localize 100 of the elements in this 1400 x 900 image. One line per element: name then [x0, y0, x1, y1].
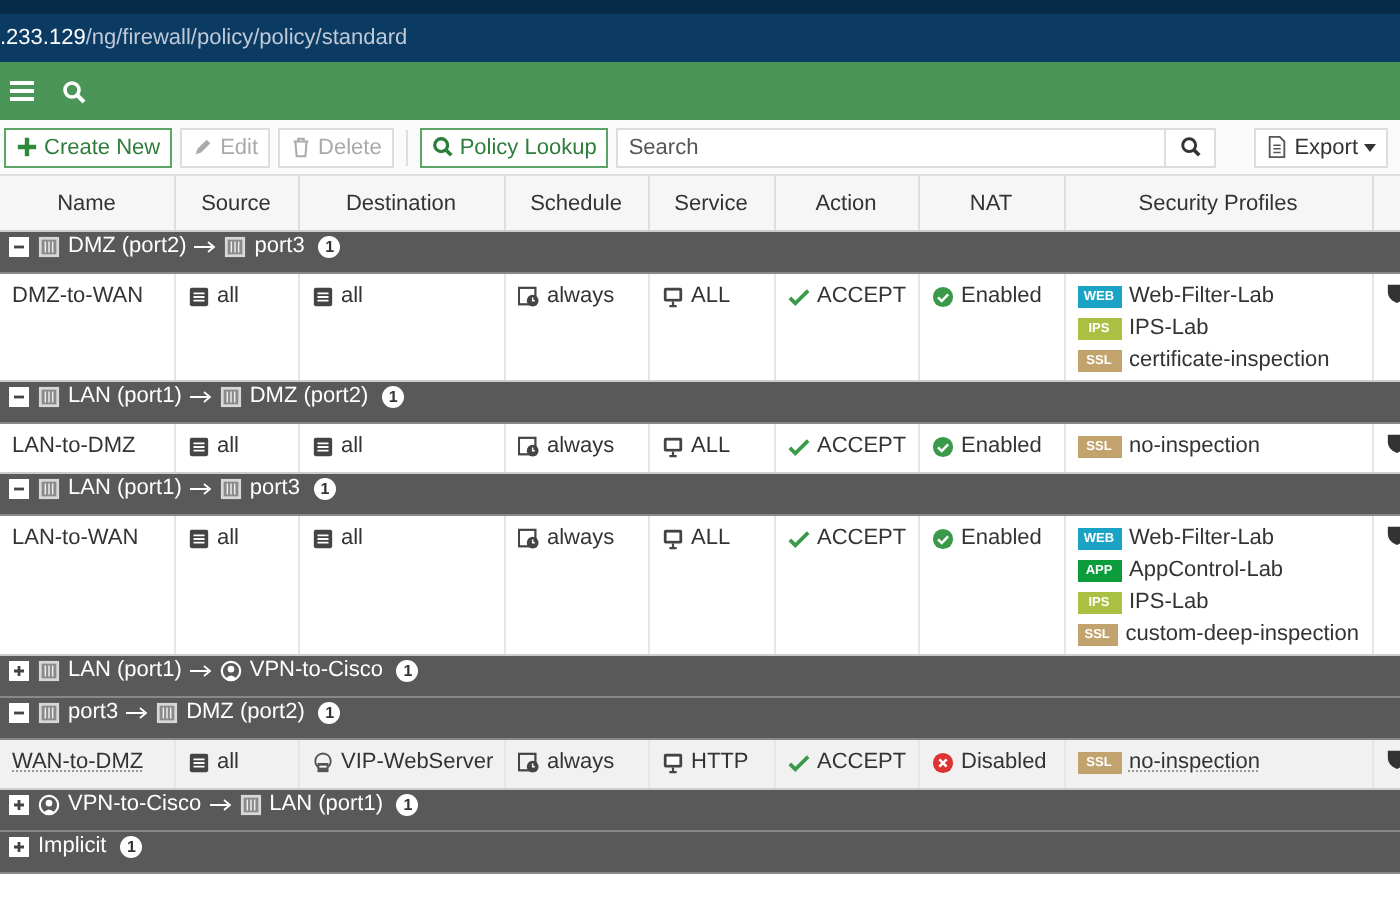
- schedule-value: always: [547, 748, 615, 778]
- lookup-button[interactable]: Policy Lookup: [419, 127, 609, 167]
- user-circle-icon: [219, 660, 242, 682]
- user-circle-icon: [38, 794, 60, 816]
- check-icon: [787, 436, 809, 458]
- caret-icon: [1364, 143, 1376, 151]
- interface-name: LAN (port1): [269, 790, 383, 820]
- expand-icon[interactable]: [8, 836, 30, 858]
- destination-address: VIP-WebServer: [341, 748, 494, 778]
- nat-status: Enabled: [961, 432, 1042, 462]
- interface-name: DMZ (port2): [186, 698, 305, 728]
- column-header[interactable]: NAT: [969, 191, 1013, 215]
- arrow-icon: [189, 664, 212, 678]
- address-icon: [187, 752, 209, 774]
- url-host[interactable]: .233.129: [0, 26, 86, 50]
- document-icon: [1266, 136, 1289, 158]
- calendar-clock-icon: [517, 752, 539, 774]
- address-icon: [311, 286, 333, 308]
- column-header[interactable]: Name: [57, 191, 116, 215]
- policy-name: WAN-to-DMZ: [12, 750, 144, 774]
- nat-status: Disabled: [961, 748, 1047, 778]
- calendar-clock-icon: [517, 528, 539, 550]
- trash-icon: [290, 136, 313, 158]
- column-header[interactable]: Action: [815, 191, 877, 215]
- interface-name: port3: [254, 232, 305, 262]
- interface-icon: [219, 386, 242, 408]
- destination-address: all: [341, 432, 364, 462]
- action-value: ACCEPT: [817, 282, 907, 312]
- menu-icon[interactable]: [10, 80, 34, 102]
- interface-icon: [38, 478, 60, 500]
- search-icon[interactable]: [62, 79, 86, 103]
- calendar-clock-icon: [517, 436, 539, 458]
- count-badge: 1: [120, 836, 143, 858]
- count-badge: 1: [396, 794, 419, 816]
- expand-icon[interactable]: [8, 660, 30, 682]
- profile-name: certificate-inspection: [1129, 345, 1330, 375]
- interface-name: DMZ (port2): [249, 382, 369, 412]
- address-icon: [187, 528, 209, 550]
- search-icon: [431, 136, 454, 158]
- check-icon: [787, 752, 809, 774]
- collapse-icon[interactable]: [8, 386, 30, 408]
- arrow-icon: [126, 706, 149, 720]
- check-icon: [787, 528, 809, 550]
- address-icon: [311, 528, 333, 550]
- search-field[interactable]: Search: [616, 127, 1165, 167]
- count-badge: 1: [318, 236, 341, 258]
- profile-name: IPS-Lab: [1129, 587, 1209, 617]
- source-address: all: [217, 282, 240, 312]
- interface-icon: [38, 660, 60, 682]
- search-icon: [1179, 136, 1202, 158]
- profile-name: Web-Filter-Lab: [1129, 281, 1275, 311]
- count-badge: 1: [382, 386, 405, 408]
- policy-name: DMZ-to-WAN: [12, 284, 144, 308]
- nat-status: Enabled: [961, 282, 1042, 312]
- profile-name: no-inspection: [1129, 431, 1260, 461]
- monitor-icon: [661, 752, 683, 774]
- source-address: all: [217, 432, 240, 462]
- count-badge: 1: [396, 660, 419, 682]
- address-icon: [187, 286, 209, 308]
- interface-name: LAN (port1): [68, 474, 182, 504]
- action-value: ACCEPT: [817, 524, 907, 554]
- policy-name: LAN-to-DMZ: [12, 434, 136, 458]
- check-icon: [787, 286, 809, 308]
- interface-name: VPN-to-Cisco: [68, 790, 202, 820]
- collapse-icon[interactable]: [8, 702, 30, 724]
- server-icon: [311, 752, 333, 774]
- interface-icon: [156, 702, 179, 724]
- interface-icon: [219, 478, 242, 500]
- policy-name: LAN-to-WAN: [12, 526, 139, 550]
- collapse-icon[interactable]: [8, 236, 30, 258]
- arrow-icon: [189, 390, 212, 404]
- arrow-icon: [189, 482, 212, 496]
- interface-name: LAN (port1): [68, 382, 182, 412]
- interface-icon: [38, 702, 60, 724]
- export-button[interactable]: Export: [1254, 127, 1388, 167]
- source-address: all: [217, 748, 240, 778]
- service-value: ALL: [691, 432, 731, 462]
- interface-icon: [38, 236, 60, 258]
- destination-address: all: [341, 282, 364, 312]
- interface-name: LAN (port1): [68, 656, 182, 686]
- action-value: ACCEPT: [817, 748, 907, 778]
- url-path[interactable]: /ng/firewall/policy/policy/standard: [85, 26, 408, 50]
- interface-name: VPN-to-Cisco: [249, 656, 383, 686]
- interface-name: port3: [249, 474, 300, 504]
- interface-name: port3: [68, 698, 119, 728]
- action-value: ACCEPT: [817, 432, 907, 462]
- expand-icon[interactable]: [8, 794, 30, 816]
- monitor-icon: [661, 286, 683, 308]
- interface-name: DMZ (port2): [68, 232, 187, 262]
- service-value: ALL: [691, 282, 731, 312]
- interface-icon: [224, 236, 247, 258]
- count-badge: 1: [318, 702, 341, 724]
- calendar-clock-icon: [517, 286, 539, 308]
- monitor-icon: [661, 436, 683, 458]
- destination-address: all: [341, 524, 364, 554]
- profile-name: Web-Filter-Lab: [1129, 523, 1275, 553]
- search-button[interactable]: [1164, 127, 1217, 167]
- pencil-icon: [192, 136, 215, 158]
- collapse-icon[interactable]: [8, 478, 30, 500]
- create-button[interactable]: Create New: [4, 127, 173, 167]
